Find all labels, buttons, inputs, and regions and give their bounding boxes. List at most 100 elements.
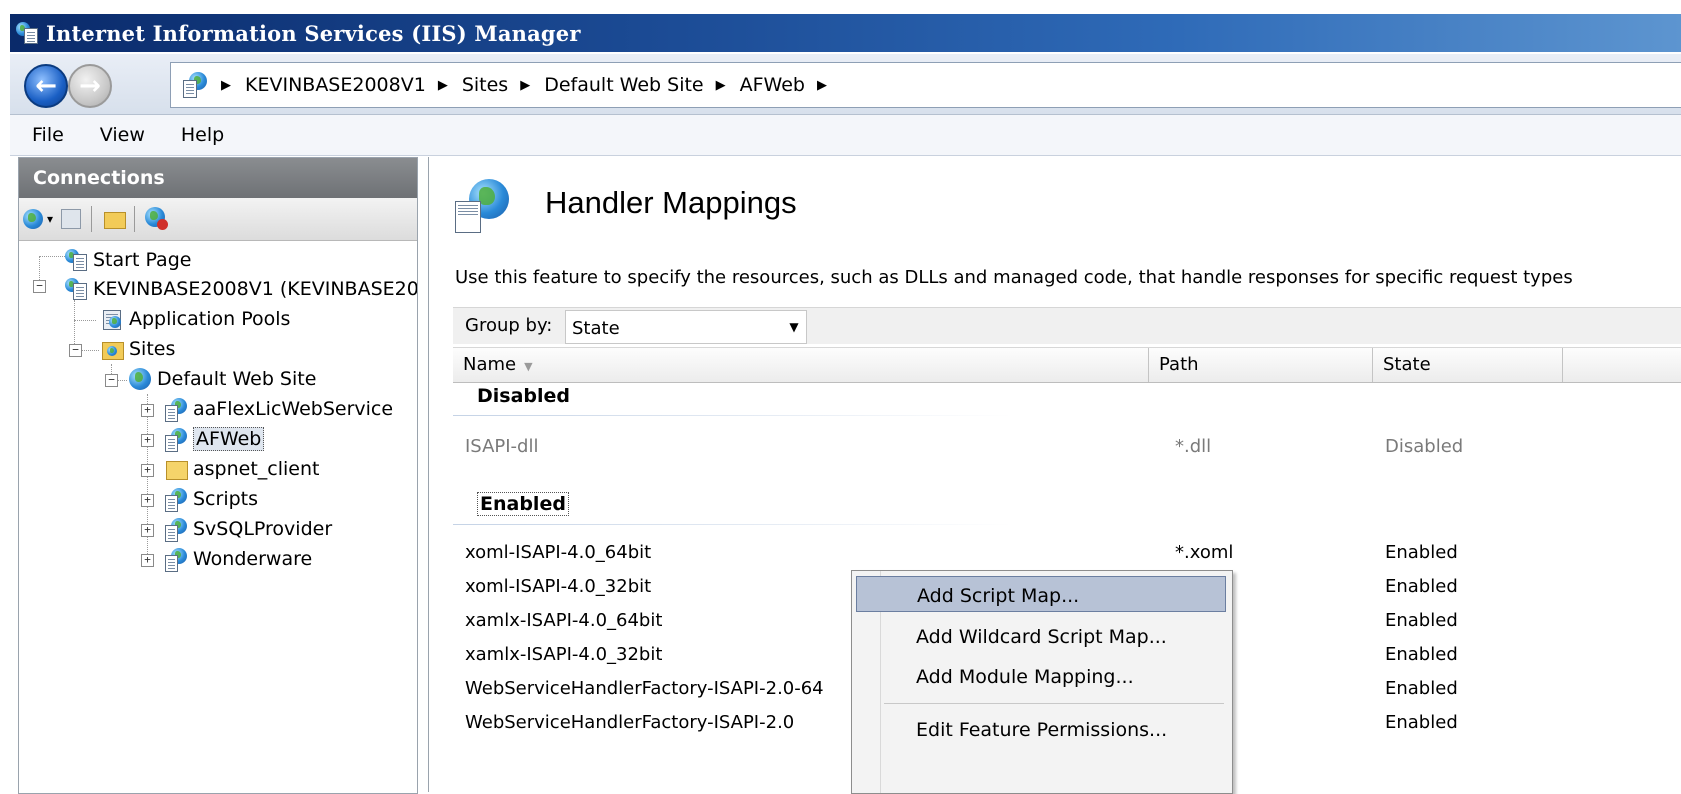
group-by-select[interactable]: State ▼	[565, 310, 807, 344]
connections-tree: − − − + + + + + + Start Page KEVINBASE20…	[19, 242, 417, 792]
breadcrumb-end[interactable]: ▶	[805, 78, 841, 93]
table-header: Name ▼ Path State	[453, 347, 1681, 383]
application-icon	[165, 428, 187, 452]
handler-state: Enabled	[1385, 542, 1458, 563]
group-by-value: State	[572, 318, 620, 339]
tree-item-wonderware[interactable]: Wonderware	[165, 545, 312, 573]
collapse-server-toggle[interactable]: −	[33, 280, 46, 293]
group-divider	[453, 415, 1013, 416]
connect-globe-icon[interactable]	[23, 207, 47, 231]
tree-item-aspnet-client[interactable]: aspnet_client	[165, 455, 319, 483]
sort-arrow-icon: ▼	[524, 360, 533, 373]
table-row[interactable]: xoml-ISAPI-4.0_64bit *.xoml Enabled	[453, 537, 1681, 569]
breadcrumb-item[interactable]: ▶ Sites	[426, 74, 508, 96]
tree-item-scripts[interactable]: Scripts	[165, 485, 258, 513]
tree-item-aaflexlicwebservice[interactable]: aaFlexLicWebService	[165, 395, 393, 423]
server-icon	[65, 278, 87, 300]
handler-state: Enabled	[1385, 644, 1458, 665]
table-row[interactable]: ISAPI-dll *.dll Disabled	[453, 431, 1681, 463]
menu-help[interactable]: Help	[181, 124, 224, 146]
connections-pane: Connections ▾ − − − + + + + + + Start Pa…	[18, 157, 418, 794]
tree-item-application-pools[interactable]: Application Pools	[101, 305, 290, 333]
tree-item-svsqlprovider[interactable]: SvSQLProvider	[165, 515, 332, 543]
expand-afweb-toggle[interactable]: +	[141, 434, 154, 447]
breadcrumb-item[interactable]: ▶ KEVINBASE2008V1	[209, 74, 426, 96]
feature-description: Use this feature to specify the resource…	[455, 267, 1573, 288]
page-title: Handler Mappings	[545, 185, 797, 220]
menu-file[interactable]: File	[32, 124, 64, 146]
save-icon[interactable]	[59, 207, 83, 231]
tree-item-sites[interactable]: Sites	[101, 335, 175, 363]
breadcrumb-item[interactable]: ▶ AFWeb	[704, 74, 805, 96]
expand-scripts-toggle[interactable]: +	[141, 494, 154, 507]
chevron-down-icon[interactable]: ▼	[782, 311, 806, 343]
breadcrumb[interactable]: ▶ KEVINBASE2008V1 ▶ Sites ▶ Default Web Sit…	[170, 62, 1681, 108]
expand-wonderware-toggle[interactable]: +	[141, 554, 154, 567]
handler-name: WebServiceHandlerFactory-ISAPI-2.0-64	[465, 678, 824, 699]
handler-state: Enabled	[1385, 712, 1458, 733]
breadcrumb-arrow-icon: ▶	[520, 77, 531, 93]
address-bar: ← → ▶ KEVINBASE2008V1 ▶ Sites ▶ Default Web…	[10, 54, 1681, 115]
handler-name: xoml-ISAPI-4.0_64bit	[465, 542, 652, 563]
menu-item-add-script-map[interactable]: Add Script Map...	[856, 576, 1226, 612]
menu-bar: File View Help	[10, 115, 1681, 156]
tree-item-server[interactable]: KEVINBASE2008V1 (KEVINBASE200	[65, 275, 417, 303]
disconnect-icon[interactable]	[145, 207, 169, 231]
title-bar: Internet Information Services (IIS) Mana…	[10, 14, 1681, 52]
tree-item-default-web-site[interactable]: Default Web Site	[129, 365, 316, 393]
sites-folder-icon	[101, 338, 124, 360]
menu-item-add-wildcard-script-map[interactable]: Add Wildcard Script Map...	[856, 618, 1226, 654]
connections-title: Connections	[19, 158, 417, 198]
breadcrumb-item[interactable]: ▶ Default Web Site	[508, 74, 703, 96]
application-icon	[165, 548, 187, 572]
handler-state: Enabled	[1385, 610, 1458, 631]
handler-name: xamlx-ISAPI-4.0_64bit	[465, 610, 663, 631]
expand-svsqlprovider-toggle[interactable]: +	[141, 524, 154, 537]
menu-separator	[884, 703, 1224, 704]
application-pools-icon	[101, 308, 123, 330]
breadcrumb-arrow-icon: ▶	[816, 77, 827, 93]
toolbar-separator	[91, 206, 93, 232]
breadcrumb-arrow-icon: ▶	[715, 77, 726, 93]
forward-button[interactable]: →	[68, 64, 112, 108]
handler-mappings-icon	[455, 179, 511, 235]
handler-state: Enabled	[1385, 678, 1458, 699]
breadcrumb-arrow-icon: ▶	[437, 77, 448, 93]
column-header-name[interactable]: Name ▼	[453, 348, 1149, 382]
handler-name: xamlx-ISAPI-4.0_32bit	[465, 644, 663, 665]
menu-view[interactable]: View	[100, 124, 145, 146]
menu-item-edit-feature-permissions[interactable]: Edit Feature Permissions...	[856, 711, 1226, 747]
collapse-sites-toggle[interactable]: −	[69, 344, 82, 357]
start-page-icon	[65, 249, 87, 271]
handler-name: xoml-ISAPI-4.0_32bit	[465, 576, 652, 597]
folder-icon	[165, 458, 188, 480]
dropdown-arrow-icon[interactable]: ▾	[47, 212, 53, 226]
group-header-enabled[interactable]: Enabled	[477, 492, 569, 516]
handler-path: *.xoml	[1175, 542, 1234, 563]
handler-state: Enabled	[1385, 576, 1458, 597]
expand-aspnet-client-toggle[interactable]: +	[141, 464, 154, 477]
connections-toolbar: ▾	[19, 198, 417, 241]
toolbar-separator	[134, 206, 136, 232]
back-arrow-icon: ←	[35, 71, 57, 101]
column-header-state[interactable]: State	[1373, 348, 1563, 382]
tree-item-start-page[interactable]: Start Page	[65, 246, 191, 274]
group-by-label: Group by:	[465, 315, 553, 336]
column-header-path[interactable]: Path	[1149, 348, 1373, 382]
handler-name: WebServiceHandlerFactory-ISAPI-2.0	[465, 712, 795, 733]
back-button[interactable]: ←	[24, 64, 68, 108]
iis-app-icon	[16, 22, 40, 44]
handler-state: Disabled	[1385, 436, 1464, 457]
handler-name: ISAPI-dll	[465, 436, 539, 457]
context-menu: Add Script Map... Add Wildcard Script Ma…	[851, 570, 1233, 794]
expand-aaflexlicwebservice-toggle[interactable]: +	[141, 404, 154, 417]
application-icon	[165, 488, 187, 512]
menu-item-add-module-mapping[interactable]: Add Module Mapping...	[856, 658, 1226, 694]
up-folder-icon[interactable]	[102, 207, 127, 231]
application-icon	[165, 518, 187, 542]
website-globe-icon	[129, 368, 151, 390]
tree-item-afweb[interactable]: AFWeb	[165, 425, 265, 453]
group-header-disabled[interactable]: Disabled	[477, 385, 570, 407]
collapse-default-site-toggle[interactable]: −	[105, 374, 118, 387]
handler-path: *.dll	[1175, 436, 1212, 457]
